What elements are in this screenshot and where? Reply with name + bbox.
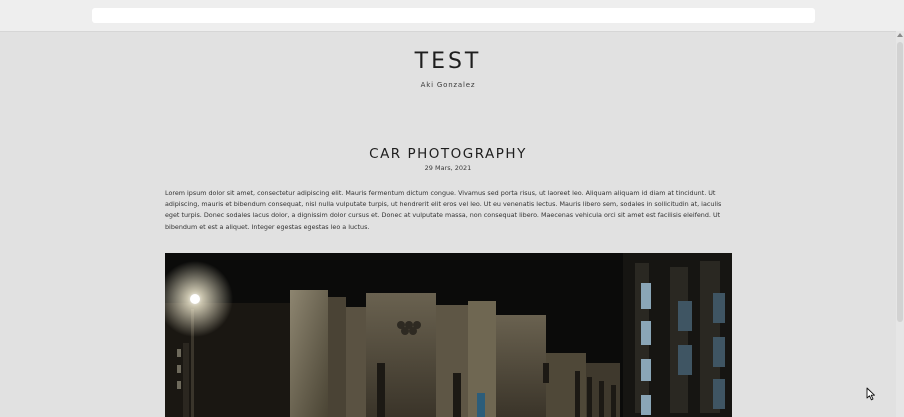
- browser-toolbar: [0, 0, 904, 32]
- post-title: CAR PHOTOGRAPHY: [369, 146, 527, 162]
- scrollbar-thumb[interactable]: [897, 42, 903, 322]
- address-bar[interactable]: [92, 8, 815, 23]
- post-body: Lorem ipsum dolor sit amet, consectetur …: [165, 189, 722, 231]
- scroll-up-arrow-icon[interactable]: [897, 33, 903, 37]
- post-image: [165, 253, 732, 417]
- site-title: TEST: [414, 49, 482, 74]
- mouse-cursor-icon: [866, 387, 875, 401]
- site-author: Aki Gonzalez: [420, 81, 476, 89]
- post-date: 29 Mars, 2021: [424, 164, 472, 172]
